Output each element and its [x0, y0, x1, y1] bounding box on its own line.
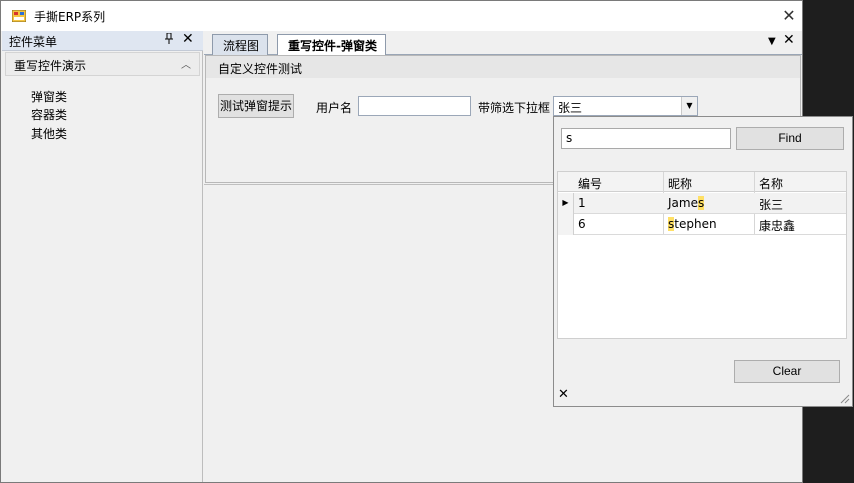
app-icon	[12, 10, 26, 22]
control-menu-panel: 控件菜单 ✕ 重写控件演示 ︿ 弹窗类 容器类 其他类	[2, 31, 203, 482]
find-button[interactable]: Find	[736, 127, 844, 150]
nav-group-override-controls[interactable]: 重写控件演示 ︿	[5, 52, 200, 76]
username-label: 用户名	[316, 101, 353, 115]
panel-header: 控件菜单 ✕	[2, 31, 203, 51]
column-header-id[interactable]: 编号	[578, 175, 602, 192]
window-title: 手撕ERP系列	[34, 10, 106, 24]
group-header: 自定义控件测试	[206, 56, 800, 78]
panel-title: 控件菜单	[9, 35, 58, 49]
popup-search-input[interactable]: s	[561, 128, 731, 149]
filter-combo-value: 张三	[558, 101, 583, 115]
title-bar[interactable]: 手撕ERP系列 ✕	[1, 1, 802, 31]
tab-close-icon[interactable]: ✕	[783, 32, 795, 48]
cell-id: 1	[578, 196, 586, 210]
popup-search-value: s	[566, 131, 573, 145]
row-header	[558, 214, 574, 235]
popup-close-icon[interactable]: ✕	[558, 387, 569, 402]
pin-icon[interactable]	[165, 32, 173, 47]
tab-strip: 流程图 重写控件-弹窗类 ▼ ✕	[204, 31, 802, 56]
column-header-nickname[interactable]: 昵称	[668, 175, 692, 192]
chevron-down-icon[interactable]: ▼	[681, 97, 697, 115]
panel-close-icon[interactable]: ✕	[182, 31, 194, 47]
nav-item-container[interactable]: 容器类	[31, 106, 67, 123]
current-row-arrow-icon: ▶	[558, 193, 574, 214]
nav-item-other[interactable]: 其他类	[31, 125, 67, 142]
filter-combo-label: 带筛选下拉框	[478, 101, 551, 115]
cell-nickname: James	[668, 196, 705, 210]
nav-group-label: 重写控件演示	[14, 59, 87, 73]
table-row[interactable]: ▶ 1 James 张三	[558, 193, 846, 214]
filter-popup: s Find 编号 昵称 名称 ▶ 1 James 张三 6 stephen 康…	[553, 116, 853, 407]
tab-override-popup[interactable]: 重写控件-弹窗类	[277, 34, 386, 56]
cell-nickname: stephen	[668, 217, 717, 231]
cell-name: 康忠鑫	[759, 219, 796, 233]
tab-list-dropdown-icon[interactable]: ▼	[768, 36, 776, 47]
nav-item-popup[interactable]: 弹窗类	[31, 88, 67, 105]
resize-grip-icon[interactable]	[838, 392, 850, 404]
match-highlight: s	[697, 196, 705, 210]
test-popup-button[interactable]: 测试弹窗提示	[218, 94, 294, 118]
column-header-name[interactable]: 名称	[759, 175, 783, 192]
username-input[interactable]	[358, 96, 471, 116]
window-close-button[interactable]: ✕	[777, 4, 801, 28]
filter-combo[interactable]: 张三 ▼	[553, 96, 698, 116]
chevron-up-icon[interactable]: ︿	[181, 56, 191, 71]
grid-header: 编号 昵称 名称	[558, 172, 846, 192]
group-title: 自定义控件测试	[218, 62, 303, 76]
table-row[interactable]: 6 stephen 康忠鑫	[558, 214, 846, 235]
cell-name: 张三	[759, 198, 784, 212]
cell-id: 6	[578, 217, 586, 231]
tab-flowchart[interactable]: 流程图	[212, 34, 269, 55]
clear-button[interactable]: Clear	[734, 360, 840, 383]
results-grid: 编号 昵称 名称 ▶ 1 James 张三 6 stephen 康忠鑫	[557, 171, 847, 339]
